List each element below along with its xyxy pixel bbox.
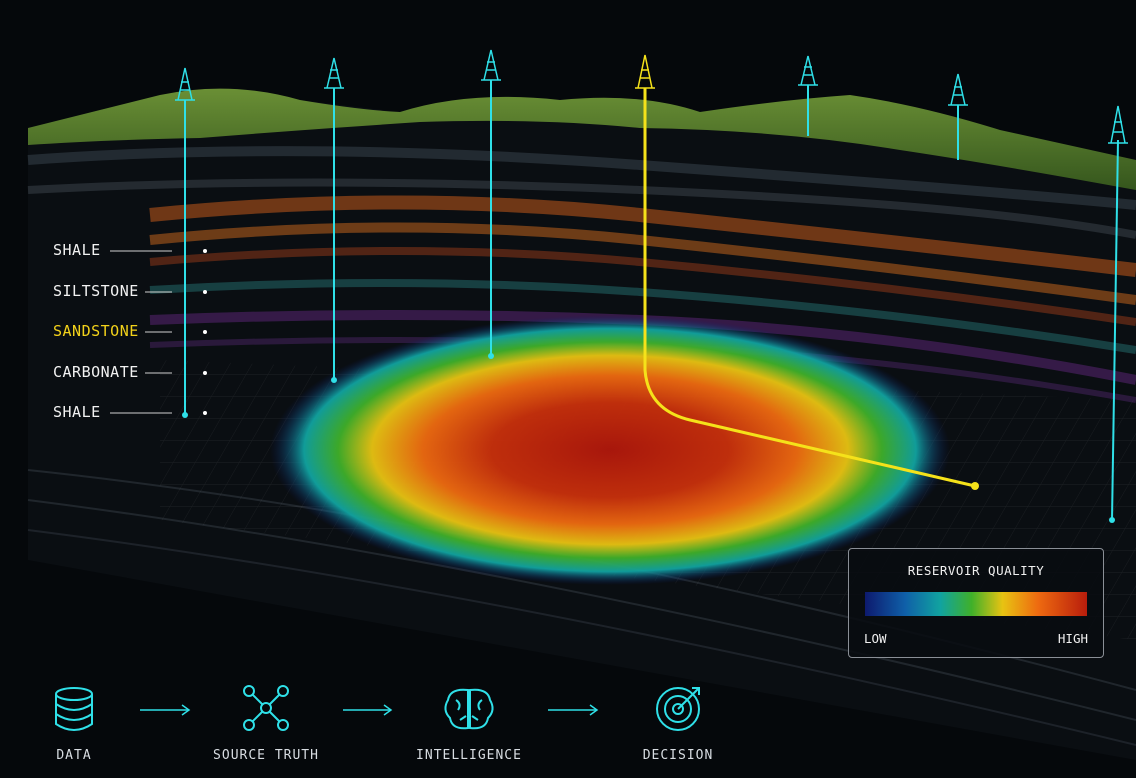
reservoir-heatmap	[270, 315, 950, 585]
step-label-data: DATA	[56, 748, 92, 763]
legend-color-scale	[865, 592, 1087, 616]
subsurface-model	[27, 49, 1136, 760]
derrick-icon-6	[948, 73, 968, 106]
database-icon	[55, 687, 93, 731]
workflow-arrows	[140, 704, 599, 716]
network-icon	[243, 685, 289, 731]
derrick-icon-3	[481, 49, 501, 81]
workflow-icons	[55, 685, 700, 731]
brain-icon	[444, 688, 494, 730]
arrow-3	[548, 704, 599, 716]
arrow-1	[140, 704, 191, 716]
highlighted-derrick-icon	[635, 54, 655, 89]
step-label-source-truth: SOURCE TRUTH	[213, 748, 319, 763]
strata-label-sandstone: SANDSTONE	[53, 322, 139, 340]
target-icon	[656, 687, 700, 731]
visualization-stage: SHALE SILTSTONE SANDSTONE CARBONATE SHAL…	[0, 0, 1136, 778]
derrick-icon-2	[324, 57, 344, 89]
reservoir-quality-legend: RESERVOIR QUALITY LOW HIGH	[848, 548, 1104, 658]
strata-label-carbonate: CARBONATE	[53, 363, 139, 381]
arrow-2	[343, 704, 393, 716]
legend-low-label: LOW	[864, 631, 887, 646]
legend-high-label: HIGH	[1057, 631, 1088, 646]
step-label-intelligence: INTELLIGENCE	[416, 748, 522, 763]
legend-title: RESERVOIR QUALITY	[907, 563, 1045, 578]
strata-label-shale-bottom: SHALE	[53, 403, 101, 421]
derrick-icon-5	[798, 55, 818, 86]
derrick-icon-7	[1108, 105, 1128, 144]
strata-label-siltstone: SILTSTONE	[53, 282, 139, 300]
step-label-decision: DECISION	[642, 748, 714, 763]
strata-label-shale-top: SHALE	[53, 241, 101, 259]
horizontal-well-tip	[971, 482, 979, 490]
